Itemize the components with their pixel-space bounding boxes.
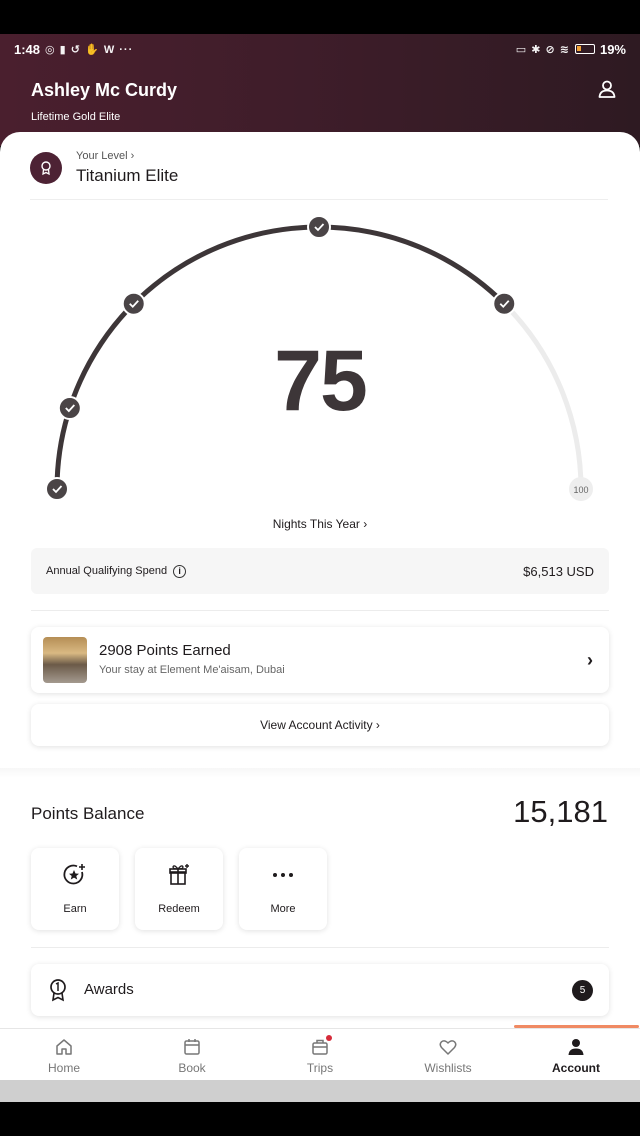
account-icon (568, 1039, 584, 1055)
user-tier: Lifetime Gold Elite (31, 111, 121, 123)
nav-account-label: Account (552, 1061, 600, 1075)
notification-icons: ◎ ▮ ↺ ✋ W ··· (45, 43, 134, 56)
gauge-checkpoint-2 (121, 291, 146, 316)
nav-book[interactable]: Book (128, 1029, 256, 1080)
system-gesture-bar (0, 1080, 640, 1102)
star-plus-icon (63, 864, 85, 885)
heart-icon (439, 1040, 457, 1055)
points-earned-title: 2908 Points Earned (99, 642, 231, 659)
redeem-label: Redeem (158, 903, 200, 915)
chevron-right-icon: › (375, 718, 380, 732)
points-earned-card[interactable]: 2908 Points Earned Your stay at Element … (31, 627, 609, 693)
nav-home[interactable]: Home (0, 1029, 128, 1080)
activity-label: View Account Activity (260, 718, 373, 732)
nights-count: 75 (274, 333, 368, 429)
level-row[interactable]: Your Level › Titanium Elite (30, 148, 608, 200)
nights-this-year-link[interactable]: Nights This Year › (0, 517, 640, 531)
nav-wishlists[interactable]: Wishlists (384, 1029, 512, 1080)
nav-home-label: Home (47, 1061, 80, 1075)
status-time: 1:48 (14, 41, 41, 57)
view-account-activity-button[interactable]: View Account Activity › (31, 704, 609, 746)
points-earned-subtitle: Your stay at Element Me'aisam, Dubai (99, 664, 285, 676)
battery-level: 19% (599, 41, 626, 57)
nav-book-label: Book (178, 1061, 206, 1075)
status-bar: 1:48 ◎ ▮ ↺ ✋ W ··· ▭ ✱ ⊘ ≋ 19% (0, 34, 640, 64)
trips-notification-dot (326, 1035, 332, 1041)
chevron-right-icon: › (363, 517, 368, 531)
divider (31, 947, 609, 948)
top-black-bar (0, 0, 640, 34)
bottom-navigation: Home Book Trips Wishlists Account (0, 1028, 640, 1080)
spend-value: $6,513 USD (523, 563, 594, 579)
user-icon (598, 80, 616, 98)
chevron-right-icon: › (130, 150, 135, 162)
nav-wishlists-label: Wishlists (424, 1061, 472, 1075)
annual-spend-row: Annual Qualifying Spend i $6,513 USD (31, 548, 609, 594)
earn-button[interactable]: Earn (31, 848, 119, 930)
section-separator (0, 768, 640, 778)
battery-icon (574, 44, 595, 54)
gauge-max-label: 100 (573, 485, 588, 495)
level-name: Titanium Elite (76, 166, 179, 185)
level-badge-icon (30, 152, 62, 184)
user-name: Ashley Mc Curdy (31, 80, 178, 100)
gift-icon (169, 864, 189, 885)
gauge-checkpoint-0 (45, 477, 69, 501)
spend-label: Annual Qualifying Spend (46, 565, 168, 577)
gauge-checkpoint-4 (492, 291, 517, 316)
bottom-black-bar (0, 1102, 640, 1136)
gauge-checkpoint-3 (307, 215, 331, 239)
info-icon[interactable]: i (173, 564, 187, 578)
nav-trips-label: Trips (306, 1061, 334, 1075)
points-balance-label: Points Balance (31, 804, 145, 823)
awards-count-badge: 5 (572, 980, 593, 1001)
more-dots-icon (273, 873, 293, 877)
redeem-button[interactable]: Redeem (135, 848, 223, 930)
points-balance-value: 15,181 (513, 794, 608, 829)
awards-row[interactable]: Awards 5 (31, 964, 609, 1016)
award-ribbon-icon (50, 979, 66, 1002)
hotel-thumbnail (43, 637, 87, 683)
system-icons: ▭ ✱ ⊘ ≋ (515, 43, 570, 56)
profile-button[interactable] (596, 78, 618, 100)
more-button[interactable]: More (239, 848, 327, 930)
home-icon (56, 1039, 72, 1055)
divider (31, 610, 609, 611)
earn-label: Earn (63, 903, 87, 915)
nav-account[interactable]: Account (512, 1029, 640, 1080)
awards-label: Awards (84, 981, 134, 998)
level-label: Your Level › (76, 150, 135, 162)
nav-trips[interactable]: Trips (256, 1029, 384, 1080)
more-label: More (270, 903, 296, 915)
chevron-right-icon: › (587, 650, 593, 670)
calendar-icon (184, 1039, 200, 1055)
account-card: Your Level › Titanium Elite 100 75 Night… (0, 132, 640, 1030)
